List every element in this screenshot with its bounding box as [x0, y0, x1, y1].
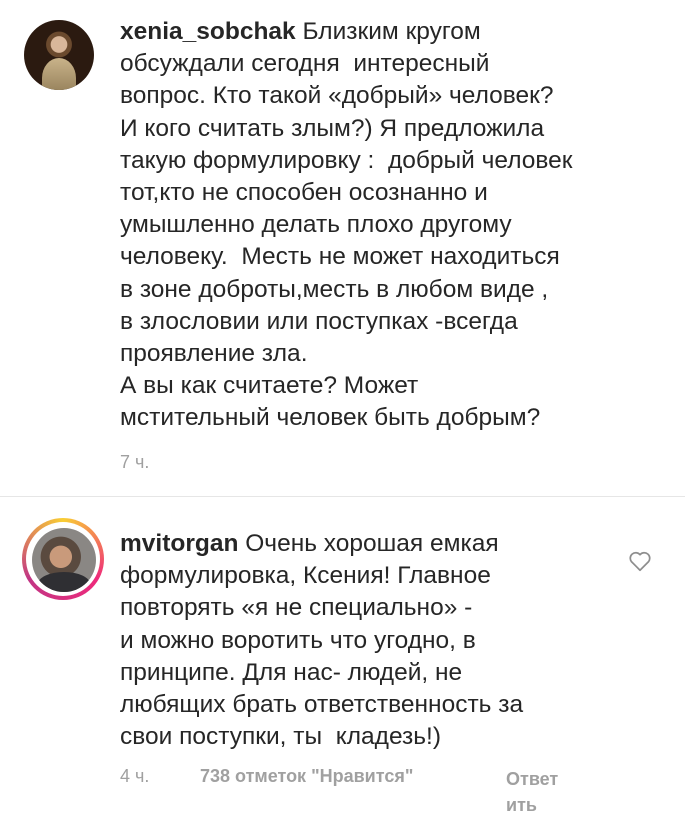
comment-mvitorgan: mvitorgan Очень хорошая емкая формулиров… — [0, 500, 685, 828]
comment-fragment: Очень хорошая емкая — [245, 530, 499, 557]
comment-line: формулировка, Ксения! Главное — [120, 562, 491, 590]
comment-xenia-sobchak: xenia_sobchak Близким кругом обсуждали с… — [0, 0, 685, 490]
avatar[interactable] — [24, 20, 94, 90]
divider — [0, 496, 685, 497]
comment-line: проявление зла. — [120, 340, 308, 368]
timestamp[interactable]: 4 ч. — [120, 766, 149, 787]
comment-line: тот,кто не способен осознанно и — [120, 179, 488, 207]
comment-line: такую формулировку : добрый человек — [120, 146, 573, 174]
username[interactable]: mvitorgan — [120, 530, 238, 557]
avatar-figure — [42, 58, 76, 90]
comment-line: обсуждали сегодня интересный — [120, 50, 490, 78]
heart-outline-icon[interactable] — [627, 548, 653, 574]
likes-count[interactable]: 738 отметок "Нравится" — [200, 766, 413, 787]
comment-line: А вы как считаете? Может — [120, 372, 419, 400]
username[interactable]: xenia_sobchak — [120, 18, 296, 45]
reply-label-2: ить — [506, 795, 537, 815]
avatar[interactable] — [32, 528, 96, 592]
comment-line: умышленно делать плохо другому — [120, 211, 512, 239]
comment-line: вопрос. Кто такой «добрый» человек? — [120, 82, 554, 110]
comment-line: человеку. Месть не может находиться — [120, 243, 560, 271]
comment-text: xenia_sobchak Близким кругом обсуждали с… — [120, 16, 640, 435]
comment-line-1: xenia_sobchak Близким кругом — [120, 16, 640, 48]
comment-fragment: Близким кругом — [302, 18, 481, 45]
comment-line-1: mvitorgan Очень хорошая емкая — [120, 528, 640, 560]
comment-line: принципе. Для нас- людей, не — [120, 658, 463, 686]
avatar-figure — [38, 572, 90, 592]
timestamp[interactable]: 7 ч. — [120, 452, 149, 473]
reply-label-1: Ответ — [506, 769, 559, 789]
comment-line: повторять «я не специально» - — [120, 594, 473, 622]
comment-line: И кого считать злым?) Я предложила — [120, 114, 545, 142]
comment-line: и можно воротить что угодно, в — [120, 626, 476, 654]
comment-line: мстительный человек быть добрым? — [120, 404, 541, 432]
comment-line: в зоне доброты,месть в любом виде , — [120, 275, 549, 303]
comment-line: свои поступки, ты кладезь!) — [120, 723, 441, 751]
comment-line: в злословии или поступках -всегда — [120, 307, 518, 335]
comment-line: любящих брать ответственность за — [120, 691, 524, 719]
comment-text: mvitorgan Очень хорошая емкая формулиров… — [120, 528, 640, 753]
reply-button[interactable]: Ответ ить — [506, 766, 576, 818]
